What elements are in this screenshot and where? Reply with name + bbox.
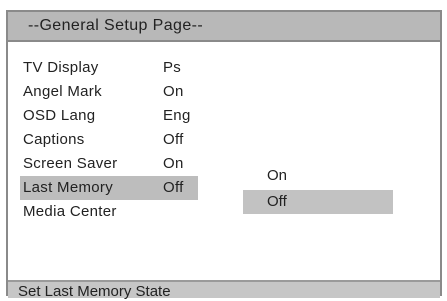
menu-item-captions[interactable]: Captions Off <box>20 128 198 152</box>
setup-frame: --General Setup Page-- TV Display Ps Ang… <box>6 10 442 300</box>
menu-item-label: Screen Saver <box>23 155 118 172</box>
menu-item-label: Last Memory <box>23 179 113 196</box>
menu-item-label: OSD Lang <box>23 107 96 124</box>
status-bar: Set Last Memory State <box>8 280 440 300</box>
menu-item-value: On <box>163 83 184 100</box>
menu-item-angel-mark[interactable]: Angel Mark On <box>20 80 198 104</box>
menu-item-value: On <box>163 155 184 172</box>
title-bar: --General Setup Page-- <box>8 12 440 42</box>
last-memory-options: On Off <box>243 164 393 214</box>
menu-item-value: Ps <box>163 59 182 76</box>
option-label: Off <box>267 193 287 210</box>
menu-item-label: Media Center <box>23 203 117 220</box>
menu-item-label: Angel Mark <box>23 83 102 100</box>
menu-item-label: TV Display <box>23 59 99 76</box>
option-label: On <box>267 167 288 184</box>
menu-item-value: Eng <box>163 107 191 124</box>
menu-item-label: Captions <box>23 131 85 148</box>
general-setup-screen: --General Setup Page-- TV Display Ps Ang… <box>0 0 447 300</box>
menu-item-osd-lang[interactable]: OSD Lang Eng <box>20 104 198 128</box>
page-title: --General Setup Page-- <box>28 17 204 34</box>
menu-item-value: Off <box>163 131 184 148</box>
menu-item-media-center[interactable]: Media Center <box>20 200 198 224</box>
menu-item-value: Off <box>163 179 184 196</box>
menu-item-last-memory[interactable]: Last Memory Off <box>20 176 198 200</box>
option-off[interactable]: Off <box>243 190 393 214</box>
menu-item-screen-saver[interactable]: Screen Saver On <box>20 152 198 176</box>
menu-item-tv-display[interactable]: TV Display Ps <box>20 56 198 80</box>
status-text: Set Last Memory State <box>18 283 171 300</box>
option-on[interactable]: On <box>243 164 393 188</box>
